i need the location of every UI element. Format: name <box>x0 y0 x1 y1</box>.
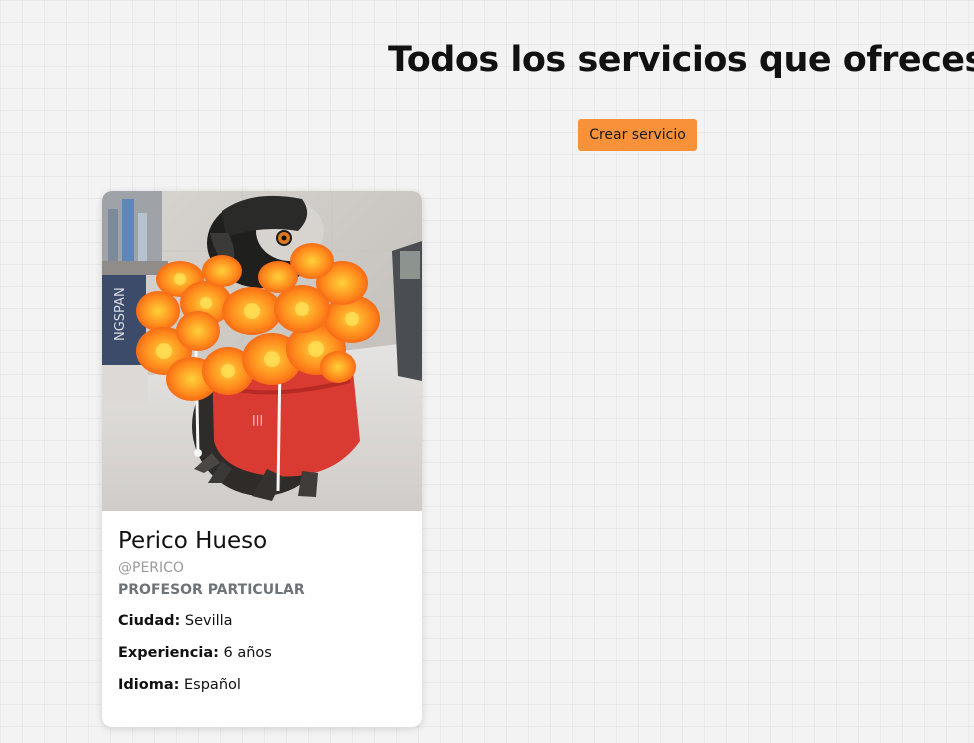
detail-language-label: Idioma: <box>118 677 180 693</box>
detail-city-value: Sevilla <box>184 613 233 629</box>
detail-city: Ciudad: Sevilla <box>118 611 406 631</box>
service-card[interactable]: NGSPAN ||| Perico Hueso @PERICO PROFESOR… <box>102 191 422 727</box>
create-service-button[interactable]: Crear servicio <box>578 119 697 151</box>
svg-text:|||: ||| <box>252 413 263 426</box>
page-title: Todos los servicios que ofreces <box>388 40 974 80</box>
detail-language-value: Español <box>184 677 241 693</box>
service-role: PROFESOR PARTICULAR <box>118 582 305 598</box>
provider-username: @PERICO <box>118 560 184 576</box>
service-card-body: Perico Hueso @PERICO PROFESOR PARTICULAR… <box>102 511 422 695</box>
service-photo: NGSPAN ||| <box>102 191 422 511</box>
svg-text:NGSPAN: NGSPAN <box>113 287 128 341</box>
provider-name: Perico Hueso <box>118 528 268 554</box>
detail-experience: Experiencia: 6 años <box>118 643 406 663</box>
detail-language: Idioma: Español <box>118 675 406 695</box>
detail-experience-value: 6 años <box>223 645 272 661</box>
detail-experience-label: Experiencia: <box>118 645 219 661</box>
detail-city-label: Ciudad: <box>118 613 181 629</box>
